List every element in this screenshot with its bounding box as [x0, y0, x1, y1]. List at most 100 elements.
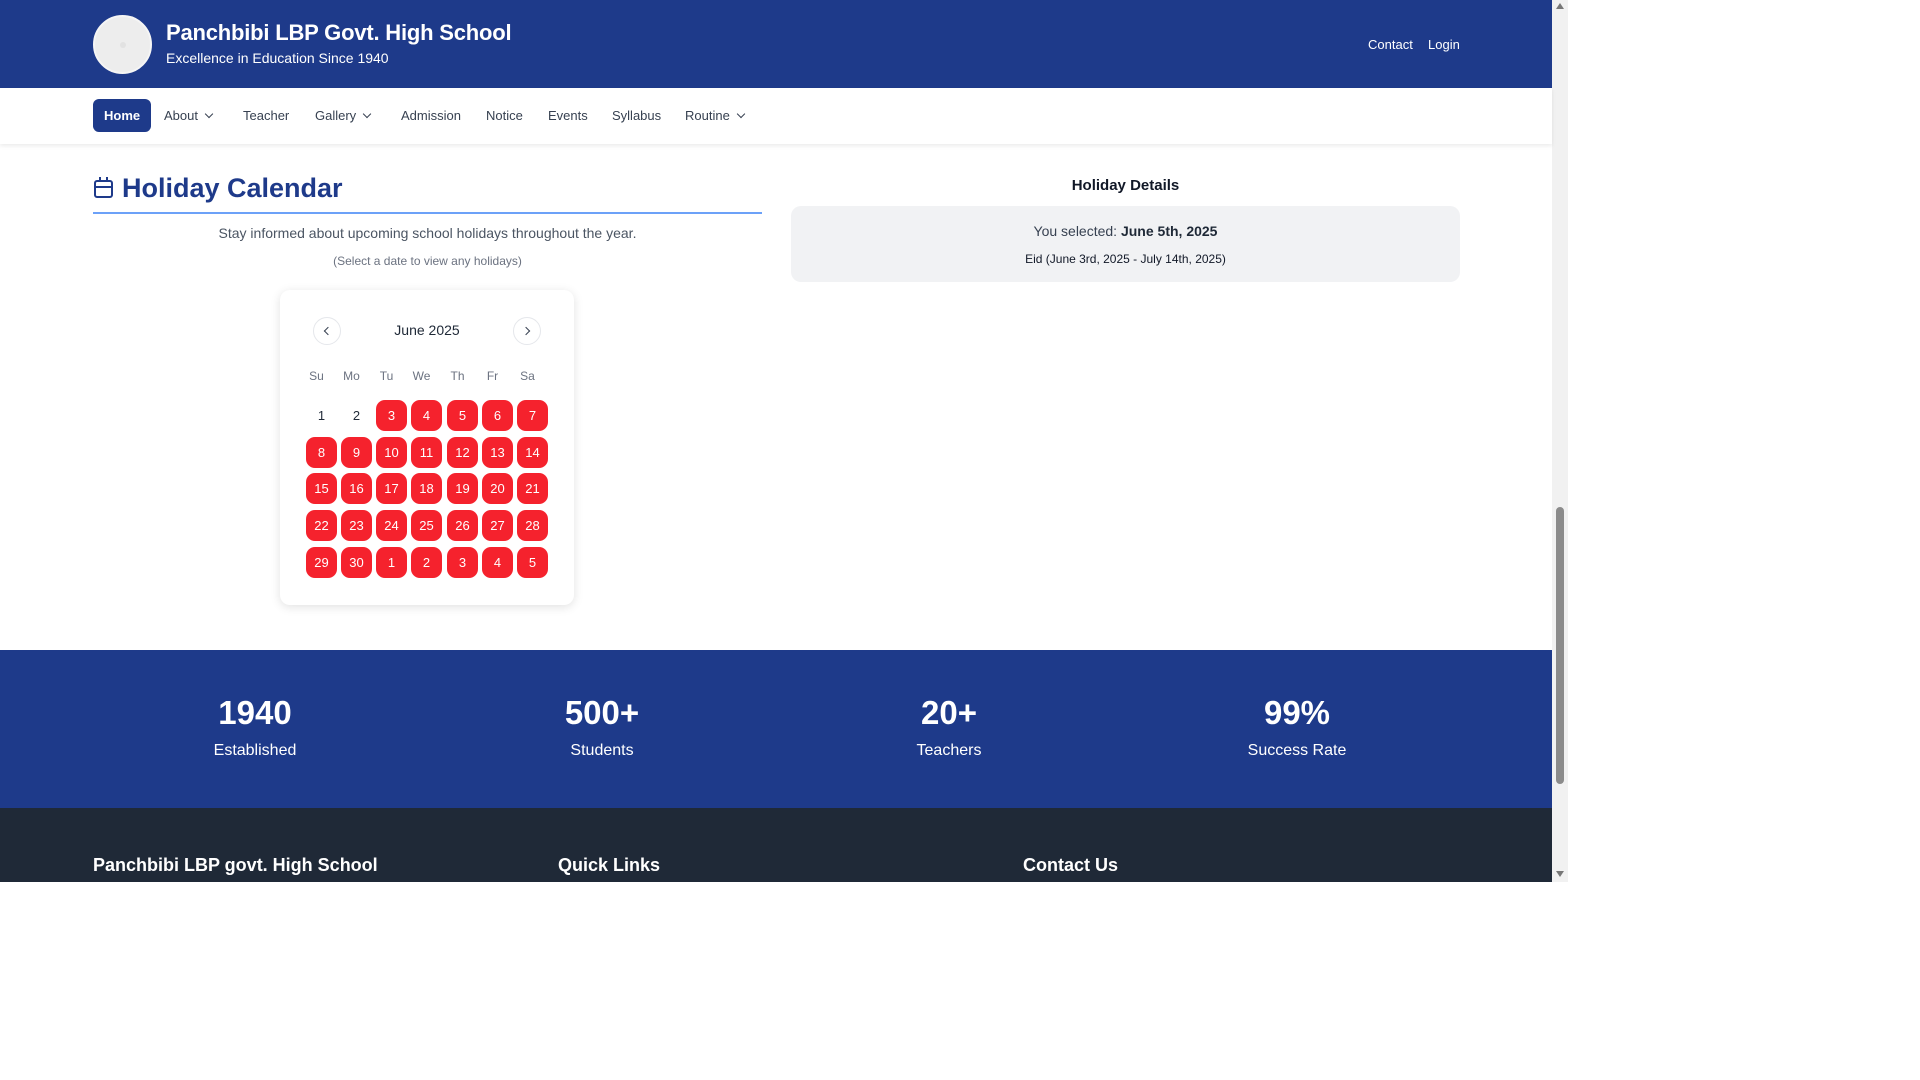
- holiday-info: Eid (June 3rd, 2025 - July 14th, 2025): [1025, 252, 1226, 266]
- calendar-day-holiday[interactable]: 10: [376, 437, 407, 468]
- stat-value: 1940: [218, 694, 292, 731]
- calendar-day-holiday[interactable]: 19: [447, 473, 478, 504]
- nav-item-routine[interactable]: Routine: [685, 99, 746, 132]
- calendar-day-holiday[interactable]: 29: [306, 547, 337, 578]
- title-divider: [93, 212, 762, 214]
- school-tagline: Excellence in Education Since 1940: [166, 50, 389, 66]
- login-link[interactable]: Login: [1428, 37, 1460, 52]
- section-hint: (Select a date to view any holidays): [333, 254, 522, 268]
- weekday-label: Su: [309, 369, 324, 383]
- nav-item-events[interactable]: Events: [548, 99, 588, 132]
- site-footer: Panchbibi LBP govt. High School Quick Li…: [0, 808, 1552, 882]
- calendar-day-holiday[interactable]: 11: [411, 437, 442, 468]
- footer-quick-links-title: Quick Links: [558, 855, 661, 875]
- calendar-day-holiday[interactable]: 23: [341, 510, 372, 541]
- calendar-day-holiday[interactable]: 14: [517, 437, 548, 468]
- next-month-button[interactable]: [513, 317, 541, 345]
- calendar-day-holiday[interactable]: 2: [411, 547, 442, 578]
- calendar-icon: [94, 177, 113, 198]
- calendar-day-holiday[interactable]: 1: [376, 547, 407, 578]
- calendar-day-holiday[interactable]: 25: [411, 510, 442, 541]
- nav-item-about[interactable]: About: [164, 99, 214, 132]
- calendar-day-holiday[interactable]: 3: [376, 400, 407, 431]
- calendar-day-holiday[interactable]: 26: [447, 510, 478, 541]
- calendar-day-holiday[interactable]: 4: [482, 547, 513, 578]
- stat-value: 20+: [921, 694, 977, 731]
- stat-value: 500+: [564, 694, 640, 731]
- calendar-day-holiday[interactable]: 28: [517, 510, 548, 541]
- main-nav: Home About Teacher Gallery Admission Not…: [0, 88, 1552, 144]
- calendar-day-holiday[interactable]: 18: [411, 473, 442, 504]
- nav-item-label: About: [164, 108, 198, 123]
- calendar-day-holiday[interactable]: 7: [517, 400, 548, 431]
- calendar-day-holiday[interactable]: 22: [306, 510, 337, 541]
- chevron-right-icon: [521, 326, 531, 336]
- school-name[interactable]: Panchbibi LBP Govt. High School: [166, 20, 512, 46]
- stat-value: 99%: [1263, 694, 1331, 731]
- calendar-day-holiday[interactable]: 17: [376, 473, 407, 504]
- footer-school-title: Panchbibi LBP govt. High School: [93, 855, 378, 875]
- section-subtitle: Stay informed about upcoming school holi…: [218, 225, 637, 241]
- calendar-day-holiday[interactable]: 24: [376, 510, 407, 541]
- stats-band: 1940 Established 500+ Students 20+ Teach…: [0, 650, 1552, 808]
- nav-item-label: Gallery: [315, 108, 357, 123]
- calendar-day-holiday[interactable]: 20: [482, 473, 513, 504]
- weekday-label: Sa: [520, 369, 535, 383]
- calendar-day-holiday[interactable]: 27: [482, 510, 513, 541]
- weekday-label: Tu: [379, 369, 394, 383]
- stat-label: Success Rate: [1247, 742, 1347, 759]
- calendar-day[interactable]: 2: [341, 400, 372, 431]
- calendar-day-holiday[interactable]: 5: [517, 547, 548, 578]
- calendar-widget: June 2025 Su Mo Tu We Th Fr Sa 1 2 3 4 5 6 7 8 9 10 11 12…: [280, 290, 574, 605]
- calendar-day-holiday[interactable]: 30: [341, 547, 372, 578]
- chevron-down-icon: [204, 109, 214, 119]
- nav-item-label: Home: [104, 108, 141, 123]
- page-scrollbar[interactable]: [1552, 0, 1568, 882]
- details-box: You selected: June 5th, 2025 Eid (June 3…: [791, 206, 1460, 282]
- chevron-down-icon: [736, 109, 746, 119]
- contact-link[interactable]: Contact: [1368, 37, 1413, 52]
- scrollbar-thumb[interactable]: [1556, 507, 1564, 784]
- selected-date: June 5th, 2025: [1120, 223, 1218, 239]
- section-title: Holiday Calendar: [122, 173, 343, 203]
- school-logo[interactable]: [93, 15, 152, 74]
- stat-label: Students: [570, 742, 634, 759]
- scroll-up-arrow-icon[interactable]: [1556, 3, 1564, 9]
- chevron-down-icon: [362, 109, 372, 119]
- calendar-day-holiday[interactable]: 15: [306, 473, 337, 504]
- details-title: Holiday Details: [1071, 177, 1180, 194]
- nav-item-admission[interactable]: Admission: [401, 99, 461, 132]
- calendar-day-holiday[interactable]: 13: [482, 437, 513, 468]
- nav-item-gallery[interactable]: Gallery: [315, 99, 372, 132]
- weekday-label: We: [412, 369, 431, 383]
- stat-label: Teachers: [916, 742, 982, 759]
- calendar-day[interactable]: 1: [306, 400, 337, 431]
- calendar-day-holiday[interactable]: 4: [411, 400, 442, 431]
- scroll-down-arrow-icon[interactable]: [1556, 871, 1564, 877]
- nav-item-label: Events: [548, 108, 588, 123]
- selected-date-line: You selected: June 5th, 2025: [791, 223, 1460, 239]
- calendar-day-holiday[interactable]: 5: [447, 400, 478, 431]
- calendar-day-holiday[interactable]: 21: [517, 473, 548, 504]
- calendar-day-holiday[interactable]: 12: [447, 437, 478, 468]
- footer-contact-title: Contact Us: [1023, 855, 1119, 875]
- calendar-day-holiday[interactable]: 6: [482, 400, 513, 431]
- nav-item-label: Admission: [401, 108, 461, 123]
- calendar-day-holiday[interactable]: 8: [306, 437, 337, 468]
- calendar-day-holiday[interactable]: 16: [341, 473, 372, 504]
- calendar-day-holiday[interactable]: 3: [447, 547, 478, 578]
- calendar-day-holiday[interactable]: 9: [341, 437, 372, 468]
- weekday-label: Fr: [486, 369, 499, 383]
- weekday-label: Mo: [343, 369, 360, 383]
- nav-item-label: Syllabus: [612, 108, 662, 123]
- nav-item-syllabus[interactable]: Syllabus: [612, 99, 661, 132]
- weekday-label: Th: [450, 369, 465, 383]
- nav-item-teacher[interactable]: Teacher: [243, 99, 289, 132]
- nav-item-label: Notice: [486, 108, 523, 123]
- nav-item-notice[interactable]: Notice: [486, 99, 523, 132]
- stat-label: Established: [213, 742, 297, 759]
- nav-item-label: Teacher: [243, 108, 290, 123]
- nav-item-label: Routine: [685, 108, 730, 123]
- selected-prefix: You selected:: [1033, 223, 1121, 239]
- nav-item-home[interactable]: Home: [93, 99, 152, 132]
